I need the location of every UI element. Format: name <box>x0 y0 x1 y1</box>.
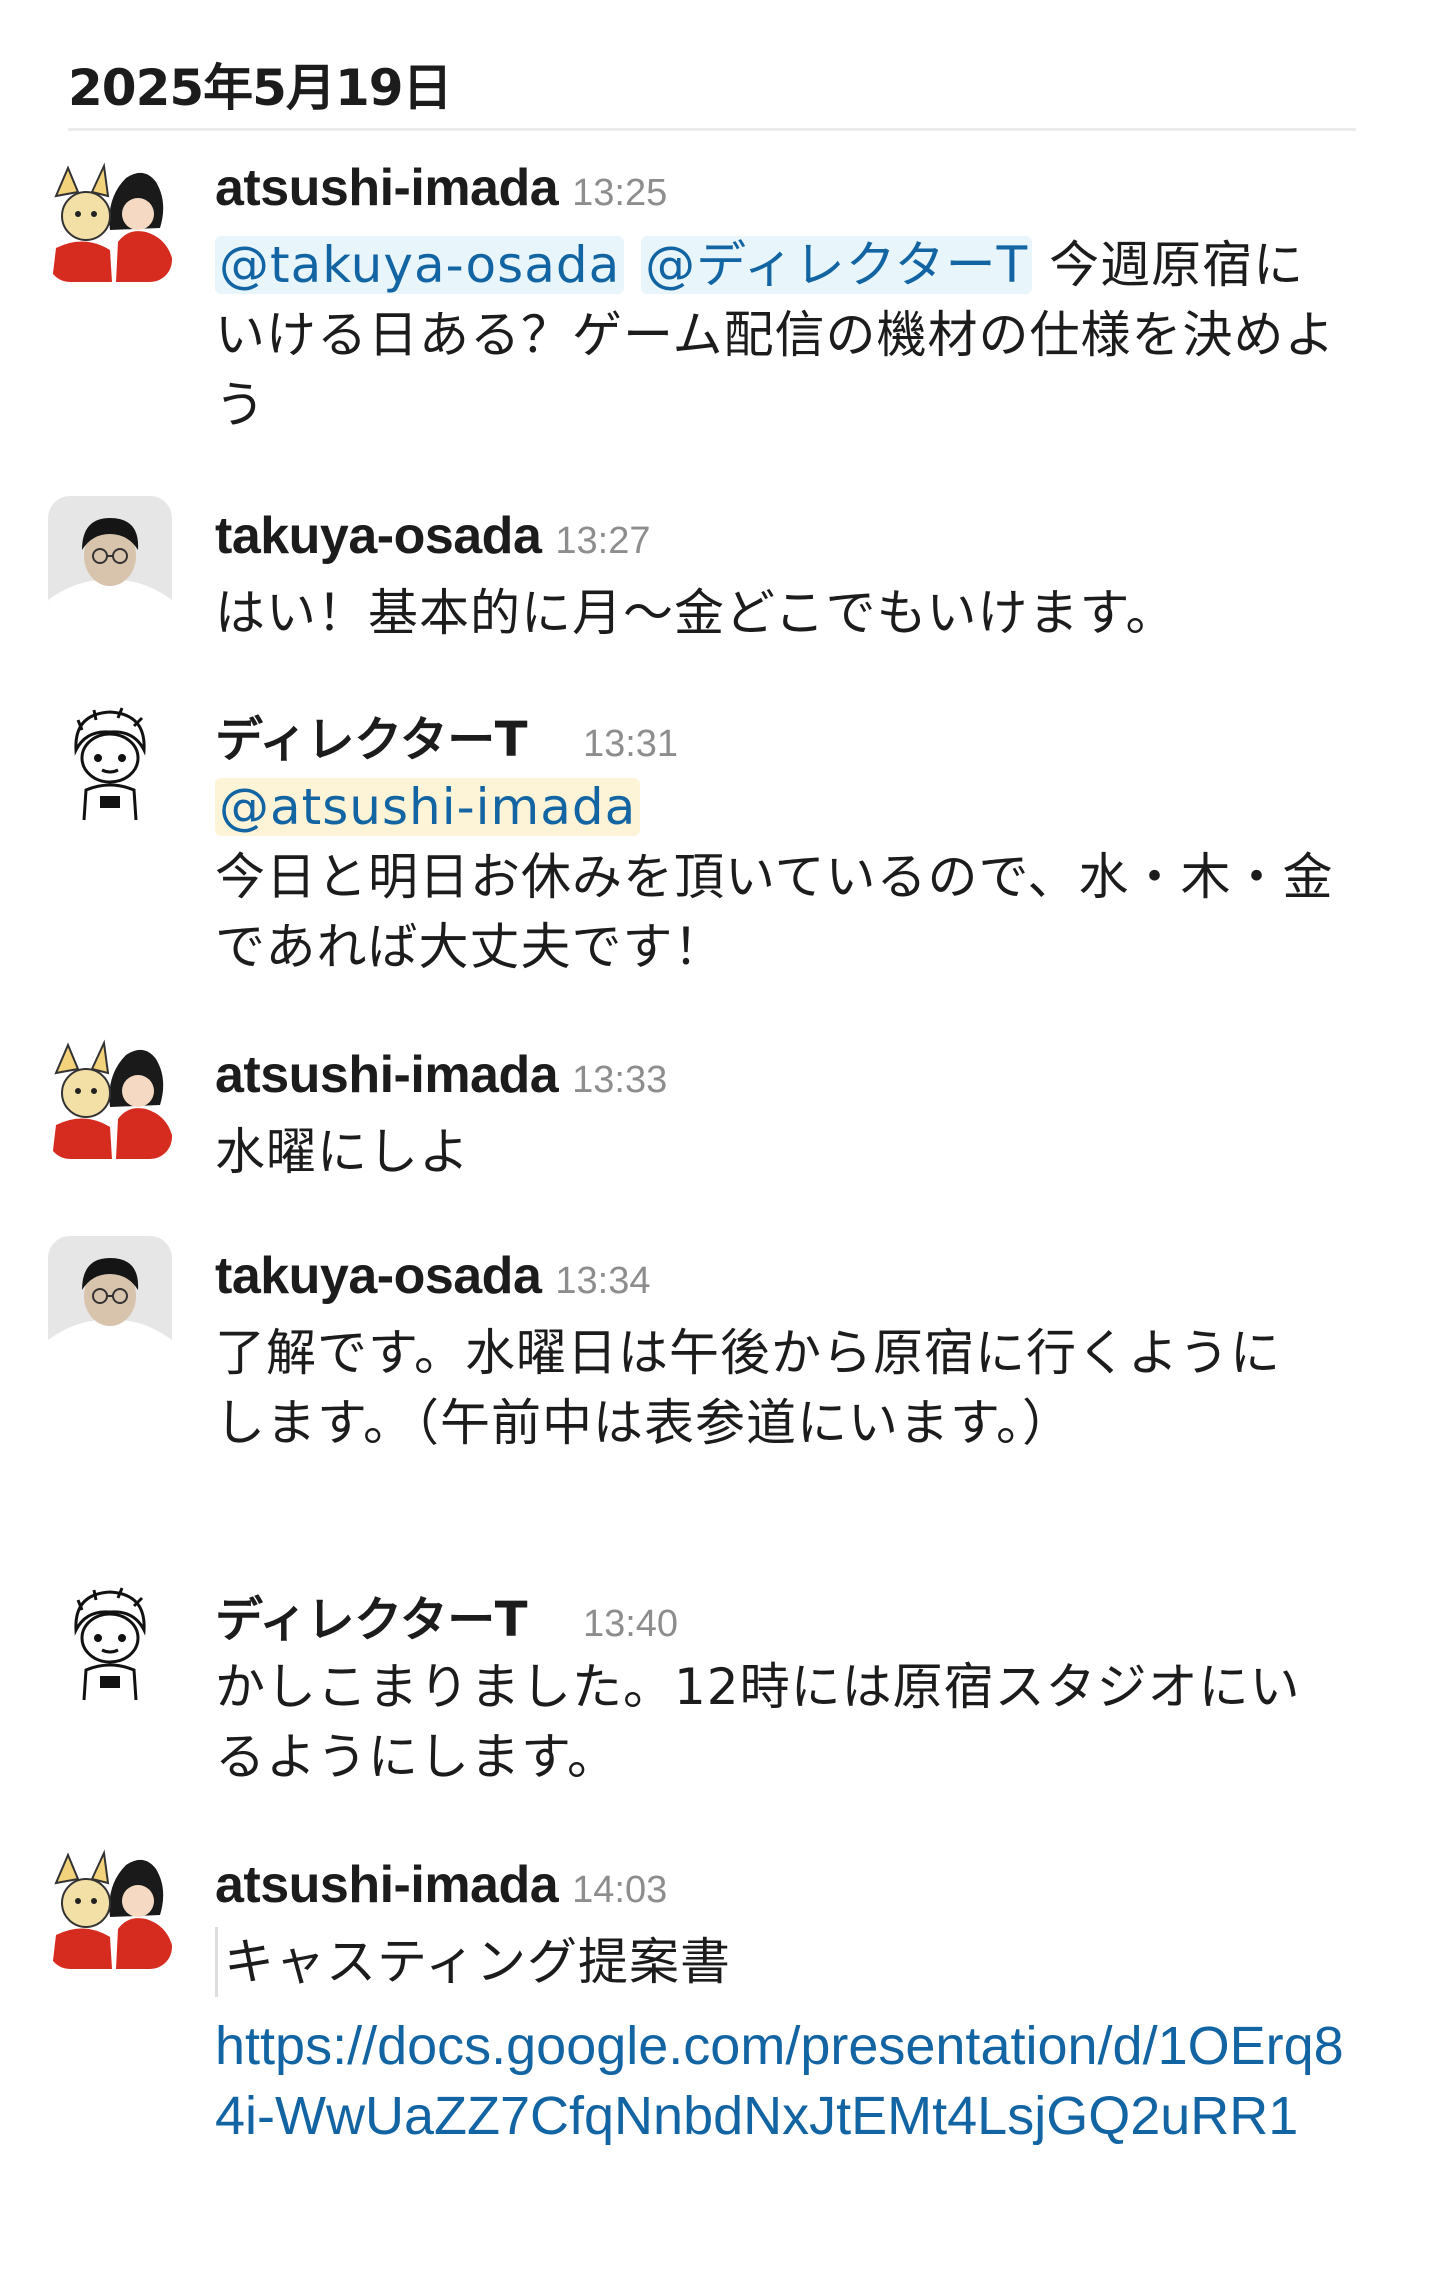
timestamp[interactable]: 13:25 <box>572 172 667 214</box>
date-divider <box>68 128 1356 131</box>
message-text: かしこまりました。12時には原宿スタジオにいるようにします。 <box>215 1658 1301 1786</box>
sender-name[interactable]: takuya-osada <box>215 507 542 565</box>
timestamp[interactable]: 13:27 <box>555 520 650 562</box>
timestamp[interactable]: 13:40 <box>583 1603 678 1645</box>
message-header: atsushi-imada 13:33 <box>215 1045 667 1105</box>
document-title: キャスティング提案書 <box>215 1927 731 1997</box>
sender-name[interactable]: ディレクターT <box>215 1592 527 1648</box>
photo-avatar[interactable] <box>48 496 172 620</box>
message-text: 了解です。水曜日は午後から原宿に行くようにします。（午前中は表参道にいます。） <box>215 1324 1281 1452</box>
message-header: atsushi-imada 14:03 <box>215 1855 667 1915</box>
message-text: はい！基本的に月〜金どこでもいけます。 <box>215 584 1177 642</box>
sketch-avatar[interactable] <box>48 1580 172 1704</box>
message-content: 今日と明日お休みを頂いているので、水・木・金であれば大丈夫です！ <box>215 848 1334 976</box>
message-header: ディレクターT 13:31 <box>215 700 678 770</box>
sender-name[interactable]: atsushi-imada <box>215 1046 559 1104</box>
message-header: atsushi-imada 13:25 <box>215 158 667 218</box>
mention-link[interactable]: @ディレクターT <box>641 236 1033 294</box>
message-text: 水曜にしよ <box>215 1123 470 1181</box>
date-header: 2025年5月19日 <box>68 59 453 117</box>
illustrated-pair-avatar[interactable] <box>48 1845 172 1969</box>
message-text: @atsushi-imada 今日と明日お休みを頂いているので、水・木・金であれ… <box>215 772 1345 982</box>
message-header: ディレクターT 13:40 <box>215 1580 678 1650</box>
timestamp[interactable]: 14:03 <box>572 1869 667 1911</box>
timestamp[interactable]: 13:34 <box>555 1260 650 1302</box>
sender-name[interactable]: takuya-osada <box>215 1247 542 1305</box>
illustrated-pair-avatar[interactable] <box>48 158 172 282</box>
photo-avatar[interactable] <box>48 1236 172 1360</box>
message-text: キャスティング提案書 https://docs.google.com/prese… <box>215 1927 1345 2151</box>
document-link[interactable]: https://docs.google.com/presentation/d/1… <box>215 2011 1345 2151</box>
sender-name[interactable]: atsushi-imada <box>215 1856 559 1914</box>
mention-link[interactable]: @atsushi-imada <box>215 778 641 836</box>
timestamp[interactable]: 13:33 <box>572 1059 667 1101</box>
sender-name[interactable]: ディレクターT <box>215 712 527 768</box>
sketch-avatar[interactable] <box>48 700 172 824</box>
message-header: takuya-osada 13:27 <box>215 506 650 566</box>
mention-link[interactable]: @takuya-osada <box>215 236 625 294</box>
sender-name[interactable]: atsushi-imada <box>215 159 559 217</box>
timestamp[interactable]: 13:31 <box>583 723 678 765</box>
message-header: takuya-osada 13:34 <box>215 1246 650 1306</box>
message-text: @takuya-osada @ディレクターT 今週原宿にいける日ある？ゲーム配信… <box>215 230 1345 440</box>
illustrated-pair-avatar[interactable] <box>48 1035 172 1159</box>
